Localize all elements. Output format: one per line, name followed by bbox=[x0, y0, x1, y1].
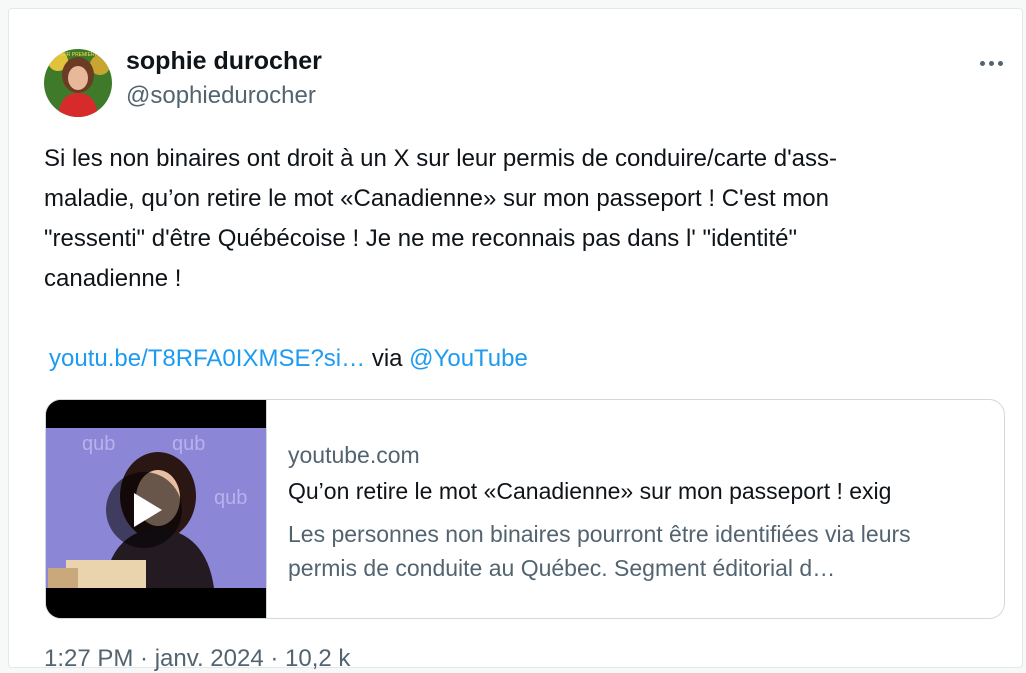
preview-domain: youtube.com bbox=[288, 442, 420, 468]
author-handle[interactable]: @sophiedurocher bbox=[126, 82, 316, 110]
tweet-link-line: youtu.be/T8RFA0IXMSE?si… via @YouTube bbox=[49, 339, 528, 379]
avatar-badge-text: VOIR PREMIERE bbox=[58, 52, 98, 58]
youtube-short-link[interactable]: youtu.be/T8RFA0IXMSE?si… bbox=[49, 345, 365, 372]
via-label: via bbox=[371, 345, 403, 372]
tweet-card: VOIR PREMIERE sophie durocher @sophiedur… bbox=[8, 8, 1023, 672]
svg-text:qub: qub bbox=[172, 433, 205, 455]
author-name[interactable]: sophie durocher bbox=[126, 47, 322, 76]
youtube-mention-link[interactable]: @YouTube bbox=[409, 345, 528, 372]
video-thumbnail[interactable]: qub qub qub bbox=[46, 400, 267, 618]
avatar[interactable]: VOIR PREMIERE bbox=[44, 49, 112, 117]
link-preview-card[interactable]: qub qub qub youtube.com Qu’on retire le … bbox=[45, 399, 1005, 619]
thumb-watermark: qub bbox=[82, 433, 115, 455]
tweet-text: Si les non binaires ont droit à un X sur… bbox=[44, 145, 837, 292]
preview-description: Les personnes non binaires pourront être… bbox=[288, 521, 911, 581]
play-icon[interactable] bbox=[106, 472, 182, 548]
more-icon[interactable] bbox=[975, 49, 1007, 77]
svg-text:qub: qub bbox=[214, 487, 247, 509]
preview-title: Qu’on retire le mot «Canadienne» sur mon… bbox=[288, 478, 892, 504]
tweet-meta[interactable]: 1:27 PM · janv. 2024 · 10,2 k bbox=[44, 645, 350, 673]
